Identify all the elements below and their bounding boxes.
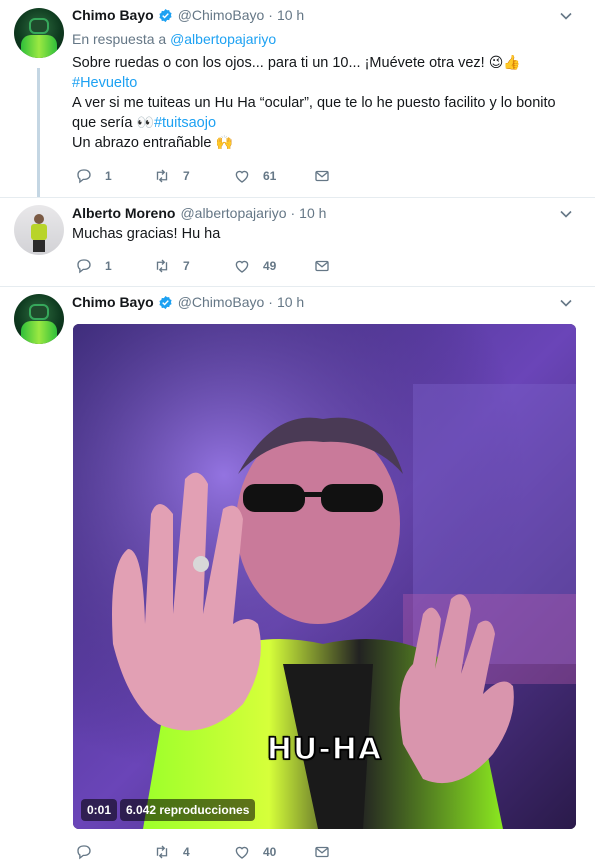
timestamp[interactable]: 10 h <box>277 294 304 310</box>
chevron-down-icon[interactable] <box>559 207 573 221</box>
retweet-icon <box>156 169 168 183</box>
hashtag-link[interactable]: #Hevuelto <box>72 75 137 91</box>
avatar[interactable] <box>14 205 64 255</box>
tweet-text-line: A ver si me tuiteas un Hu Ha “ocular”, q… <box>72 95 556 111</box>
author-name[interactable]: Chimo Bayo <box>72 294 154 310</box>
retweet-count: 7 <box>183 259 190 273</box>
avatar[interactable] <box>14 8 64 58</box>
retweet-button[interactable]: 4 <box>153 842 190 862</box>
reply-button[interactable]: 1 <box>75 166 112 186</box>
author-name[interactable]: Alberto Moreno <box>72 205 175 221</box>
author-handle[interactable]: @albertopajariyo <box>180 205 286 221</box>
like-count: 40 <box>263 845 277 859</box>
tweet-text-line: Un abrazo entrañable <box>72 135 212 151</box>
tweet-2[interactable]: Alberto Moreno @albertopajariyo · 10 h M… <box>0 198 595 288</box>
like-count: 61 <box>263 169 277 183</box>
thread-line <box>37 68 40 198</box>
wink-thumbs-emoji: 😉👍 <box>488 55 521 71</box>
video-view-count: 6.042 reproducciones <box>120 799 256 821</box>
tweet-actions: 1 7 49 <box>72 256 342 276</box>
retweet-button[interactable]: 7 <box>153 166 190 186</box>
tweet-header: Alberto Moreno @albertopajariyo · 10 h <box>72 205 327 221</box>
timestamp[interactable]: 10 h <box>277 7 304 23</box>
hashtag-link[interactable]: #tuitsaojo <box>154 115 216 131</box>
verified-icon <box>159 295 172 309</box>
reply-count: 1 <box>105 169 112 183</box>
tweet-text: Sobre ruedas o con los ojos... para ti u… <box>72 53 577 153</box>
author-name[interactable]: Chimo Bayo <box>72 7 154 23</box>
tweet-header: Chimo Bayo @ChimoBayo · 10 h <box>72 7 305 23</box>
reply-icon <box>77 169 91 184</box>
tweet-actions: 4 40 <box>72 842 342 862</box>
verified-icon <box>159 8 172 22</box>
retweet-count: 4 <box>183 845 190 859</box>
timestamp[interactable]: 10 h <box>299 205 326 221</box>
like-icon <box>235 260 249 273</box>
retweet-icon <box>156 259 168 273</box>
like-button[interactable]: 61 <box>233 166 276 186</box>
reply-count: 1 <box>105 259 112 273</box>
message-icon <box>315 260 329 272</box>
video-duration: 0:01 <box>81 799 118 821</box>
eyes-emoji: 👀 <box>136 115 154 131</box>
tweet-text: Muchas gracias! Hu ha <box>72 224 577 244</box>
chevron-down-icon[interactable] <box>559 296 573 310</box>
like-button[interactable]: 40 <box>233 842 276 862</box>
reply-icon <box>77 845 91 860</box>
like-icon <box>235 846 249 859</box>
video-caption: HU-HA <box>266 731 383 768</box>
tweet-text-line: que sería <box>72 115 133 131</box>
retweet-icon <box>156 845 168 859</box>
chevron-down-icon[interactable] <box>559 9 573 23</box>
avatar[interactable] <box>14 294 64 344</box>
tweet-actions: 1 7 61 <box>72 166 342 186</box>
reply-handle-link[interactable]: @albertopajariyo <box>170 31 276 47</box>
message-icon <box>315 846 329 858</box>
message-icon <box>315 170 329 182</box>
raised-hands-emoji: 🙌 <box>215 135 233 151</box>
reply-icon <box>77 259 91 274</box>
reply-context: En respuesta a @albertopajariyo <box>72 31 276 47</box>
message-button[interactable] <box>313 842 331 862</box>
retweet-button[interactable]: 7 <box>153 256 190 276</box>
author-handle[interactable]: @ChimoBayo <box>178 294 265 310</box>
reply-prefix: En respuesta a <box>72 31 167 47</box>
video-player[interactable]: HU-HA 0:01 6.042 reproducciones <box>73 324 576 829</box>
message-button[interactable] <box>313 166 331 186</box>
tweet-header: Chimo Bayo @ChimoBayo · 10 h <box>72 294 305 310</box>
reply-button[interactable]: 1 <box>75 256 112 276</box>
like-icon <box>235 170 249 183</box>
tweet-text-line: Muchas gracias! Hu ha <box>72 226 221 242</box>
message-button[interactable] <box>313 256 331 276</box>
tweet-1[interactable]: Chimo Bayo @ChimoBayo · 10 h En respuest… <box>0 0 595 198</box>
tweet-text-line: Sobre ruedas o con los ojos... para ti u… <box>72 55 485 71</box>
retweet-count: 7 <box>183 169 190 183</box>
like-button[interactable]: 49 <box>233 256 276 276</box>
like-count: 49 <box>263 259 277 273</box>
reply-button[interactable] <box>75 842 93 862</box>
author-handle[interactable]: @ChimoBayo <box>178 7 265 23</box>
